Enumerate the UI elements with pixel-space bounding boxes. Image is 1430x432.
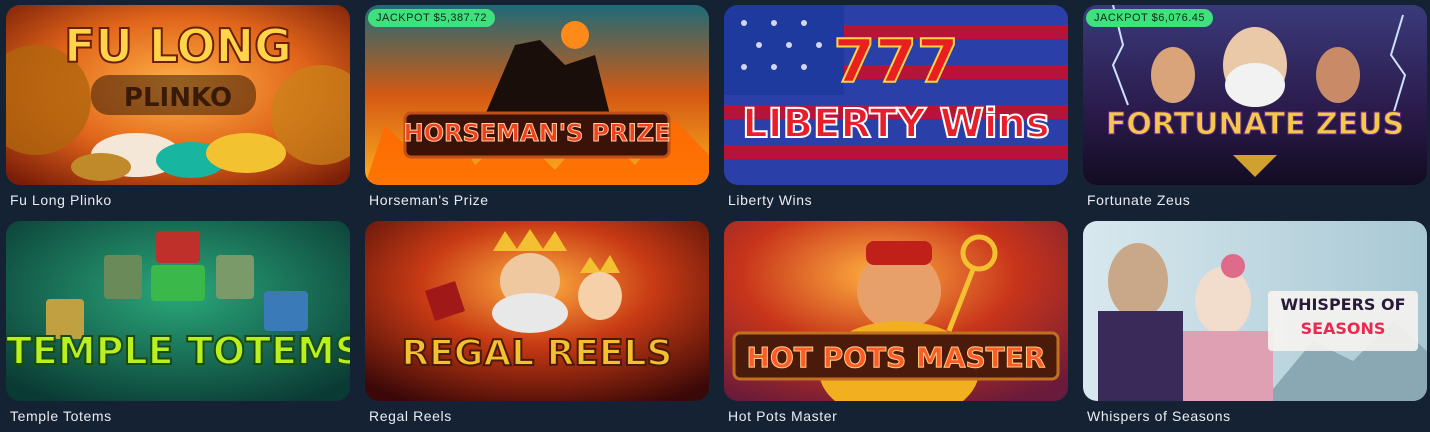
game-title[interactable]: Whispers of Seasons xyxy=(1083,406,1427,426)
game-logo: REGAL REELS xyxy=(401,332,674,375)
game-card-hot-pots-master[interactable]: HOT POTS MASTER Hot Pots Master xyxy=(724,221,1068,432)
game-title[interactable]: Fu Long Plinko xyxy=(6,190,350,210)
jackpot-label: JACKPOT xyxy=(1094,12,1149,24)
game-logo: HORSEMAN'S PRIZE xyxy=(403,119,671,148)
game-artwork xyxy=(1083,5,1427,185)
game-card-fortunate-zeus[interactable]: JACKPOT $6,076.45 FORTUNATE ZEUS Fortuna… xyxy=(1083,5,1427,216)
game-thumbnail[interactable]: TEMPLE TOTEMS xyxy=(6,221,350,401)
jackpot-badge: JACKPOT $5,387.72 xyxy=(368,9,496,27)
game-logo: FU LONG xyxy=(63,18,293,74)
game-card-liberty-wins[interactable]: 777 LIBERTY Wins Liberty Wins xyxy=(724,5,1068,216)
jackpot-label: JACKPOT xyxy=(376,12,431,24)
game-logo: TEMPLE TOTEMS xyxy=(6,328,350,374)
jackpot-amount: $5,387.72 xyxy=(433,12,488,24)
game-title[interactable]: Horseman's Prize xyxy=(365,190,709,210)
game-card-fu-long-plinko[interactable]: FU LONG PLINKO Fu Long Plinko xyxy=(6,5,350,216)
jackpot-badge: JACKPOT $6,076.45 xyxy=(1086,9,1214,27)
game-logo: WHISPERS OF xyxy=(1280,295,1406,314)
game-thumbnail[interactable]: 777 LIBERTY Wins xyxy=(724,5,1068,185)
game-grid: FU LONG PLINKO Fu Long Plinko JACKPOT $5… xyxy=(6,5,1427,432)
game-thumbnail[interactable]: REGAL REELS xyxy=(365,221,709,401)
game-thumbnail[interactable]: HOT POTS MASTER xyxy=(724,221,1068,401)
game-logo-sub: SEASONS xyxy=(1300,319,1386,338)
game-logo: 777 xyxy=(832,26,959,98)
jackpot-amount: $6,076.45 xyxy=(1151,12,1206,24)
game-artwork xyxy=(365,221,709,401)
game-card-temple-totems[interactable]: TEMPLE TOTEMS Temple Totems xyxy=(6,221,350,432)
game-title[interactable]: Liberty Wins xyxy=(724,190,1068,210)
game-title[interactable]: Regal Reels xyxy=(365,406,709,426)
game-logo-sub: PLINKO xyxy=(123,83,233,113)
game-title[interactable]: Hot Pots Master xyxy=(724,406,1068,426)
game-card-regal-reels[interactable]: REGAL REELS Regal Reels xyxy=(365,221,709,432)
game-thumbnail[interactable]: HORSEMAN'S PRIZE xyxy=(365,5,709,185)
game-artwork xyxy=(6,221,350,401)
game-logo: HOT POTS MASTER xyxy=(746,341,1046,375)
game-title[interactable]: Fortunate Zeus xyxy=(1083,190,1427,210)
game-thumbnail[interactable]: FU LONG PLINKO xyxy=(6,5,350,185)
game-card-whispers-of-seasons[interactable]: WHISPERS OF SEASONS Whispers of Seasons xyxy=(1083,221,1427,432)
game-title[interactable]: Temple Totems xyxy=(6,406,350,426)
game-thumbnail[interactable]: WHISPERS OF SEASONS xyxy=(1083,221,1427,401)
game-thumbnail[interactable]: FORTUNATE ZEUS xyxy=(1083,5,1427,185)
game-artwork xyxy=(365,5,709,185)
game-card-horsemans-prize[interactable]: JACKPOT $5,387.72 HORSEMAN'S PRIZE Horse… xyxy=(365,5,709,216)
game-logo-sub: LIBERTY Wins xyxy=(741,100,1050,148)
game-artwork xyxy=(724,221,1068,401)
game-logo: FORTUNATE ZEUS xyxy=(1105,107,1405,143)
